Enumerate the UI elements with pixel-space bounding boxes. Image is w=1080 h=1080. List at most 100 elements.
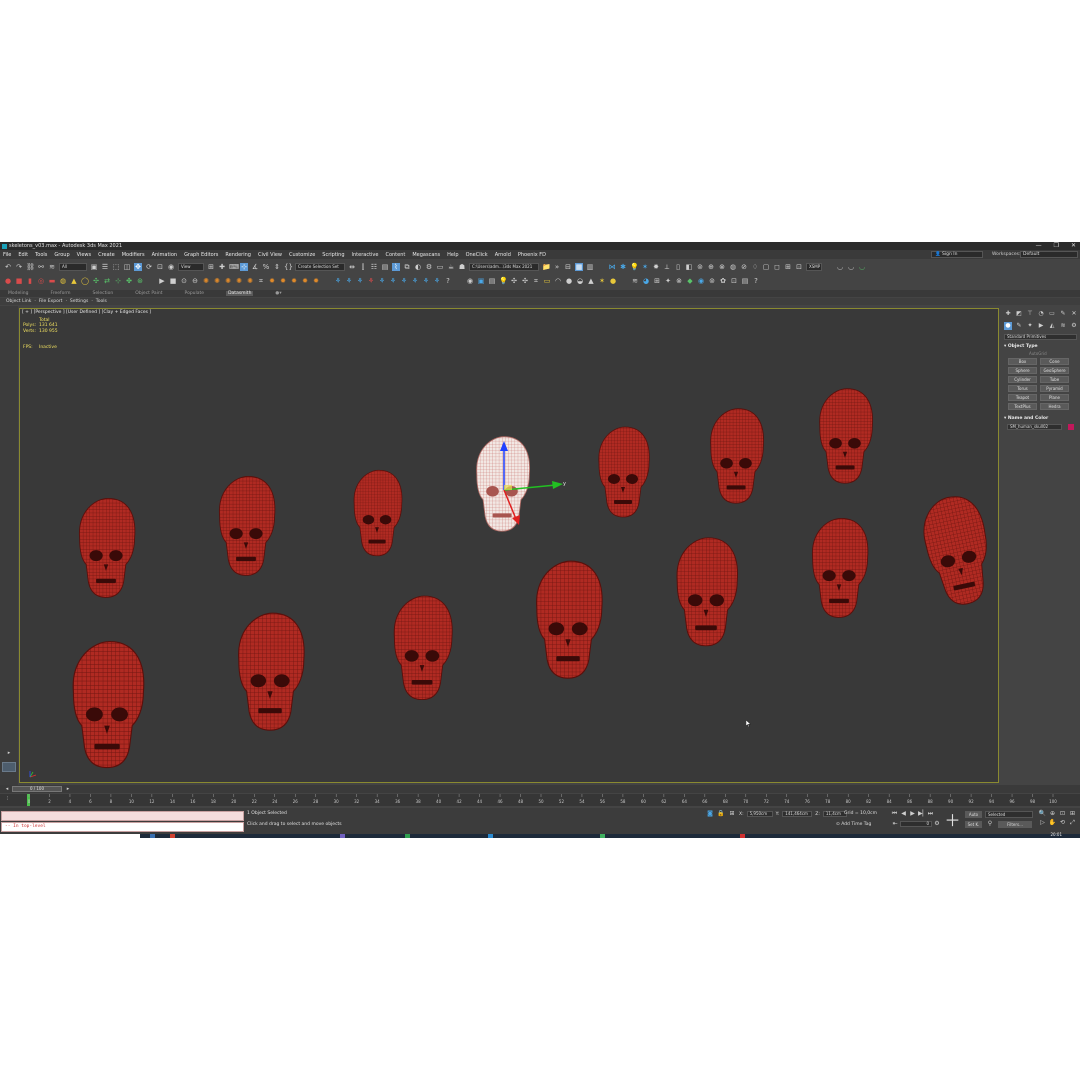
arnold-render-icon[interactable]: ⋈: [608, 263, 616, 271]
helper-a-icon[interactable]: ✣: [92, 277, 100, 285]
pan-icon[interactable]: ✋: [1048, 819, 1057, 827]
menu-rendering[interactable]: Rendering: [225, 252, 251, 258]
tools-button[interactable]: Tools: [96, 299, 107, 304]
field-of-view-icon[interactable]: ▷: [1038, 819, 1047, 827]
maximize-button[interactable]: ❐: [1054, 242, 1059, 250]
arnold-lamp-icon[interactable]: 💡: [630, 263, 639, 271]
spinner-snap-icon[interactable]: ⇕: [273, 263, 281, 271]
plugin-m-icon[interactable]: ✶: [598, 277, 606, 285]
tab-freeform[interactable]: Freeform: [50, 291, 70, 296]
phoenix-tool-c-icon[interactable]: ✹: [279, 277, 287, 285]
set-key-plus-icon[interactable]: ＋: [944, 812, 961, 829]
arc-c-icon[interactable]: ◡: [858, 263, 866, 271]
next-frame-icon[interactable]: ▶▏: [918, 810, 927, 817]
menu-graph-editors[interactable]: Graph Editors: [184, 252, 218, 258]
close-button[interactable]: ✕: [1071, 242, 1076, 250]
placement-icon[interactable]: ◉: [167, 263, 175, 271]
motion-tab-icon[interactable]: ◔: [1037, 310, 1045, 318]
object-type-rollout-title[interactable]: ▾ Object Type: [1004, 344, 1077, 349]
viewport-layout-tab[interactable]: [2, 762, 16, 772]
plugin-r-icon[interactable]: ✦: [664, 277, 672, 285]
phoenix-source-i-icon[interactable]: ⚘: [422, 277, 430, 285]
exposure-icon[interactable]: ⊘: [740, 263, 748, 271]
taskbar-app-icon[interactable]: [170, 834, 175, 838]
tab-modeling[interactable]: Modeling: [8, 291, 28, 296]
link-icon[interactable]: ⛓: [26, 263, 35, 271]
tab-selection[interactable]: Selection: [93, 291, 114, 296]
cylinder-primitive-icon[interactable]: ▮: [26, 277, 34, 285]
time-slider-next-icon[interactable]: ▸: [64, 785, 72, 793]
named-selection-dropdown[interactable]: Create Selection Set: [295, 262, 345, 271]
window-crossing-icon[interactable]: ◫: [123, 263, 131, 271]
fire-a-icon[interactable]: ✺: [202, 277, 210, 285]
undo-icon[interactable]: ↶: [4, 263, 12, 271]
time-slider[interactable]: ◂ 0 / 100 ▸: [0, 785, 1080, 793]
menu-arnold[interactable]: Arnold: [495, 252, 511, 258]
project-folder-icon[interactable]: 📁: [542, 263, 551, 271]
autogrid-checkbox[interactable]: AutoGrid: [1029, 351, 1080, 356]
batch-render-icon[interactable]: ⊗: [718, 263, 726, 271]
render-setup-icon[interactable]: ⚙: [425, 263, 433, 271]
skull-mesh[interactable]: [218, 475, 276, 576]
menu-megascans[interactable]: Megascans: [412, 252, 440, 258]
teapot-primitive-icon[interactable]: ◍: [59, 277, 67, 285]
menu-file[interactable]: File: [3, 252, 11, 258]
select-object-icon[interactable]: ▣: [90, 263, 98, 271]
viewport-label-menu[interactable]: [ + ] [Perspective ] [User Defined ] [Cl…: [22, 310, 151, 315]
plugin-p-icon[interactable]: ◕: [642, 277, 650, 285]
plugin-y-icon[interactable]: ▤: [741, 277, 749, 285]
material-editor-icon[interactable]: ◐: [414, 263, 422, 271]
plugin-e-icon[interactable]: ✣: [510, 277, 518, 285]
workspace-dropdown[interactable]: Default: [1020, 251, 1078, 258]
perspective-viewport[interactable]: y [ + ] [Perspective ] [User Defined ] […: [19, 308, 999, 783]
minimize-button[interactable]: —: [1036, 242, 1042, 250]
fire-c-icon[interactable]: ✺: [224, 277, 232, 285]
phoenix-source-c-icon[interactable]: ⚘: [356, 277, 364, 285]
mirror-icon[interactable]: ⇹: [348, 263, 356, 271]
zoom-all-icon[interactable]: ⊕: [1048, 810, 1057, 818]
phoenix-source-j-icon[interactable]: ⚘: [433, 277, 441, 285]
render-iterative-icon[interactable]: ☗: [458, 263, 466, 271]
menu-animation[interactable]: Animation: [152, 252, 178, 258]
hierarchy-tab-icon[interactable]: ⊤: [1026, 310, 1034, 318]
overflow-chevron-icon[interactable]: »: [553, 263, 561, 271]
plugin-u-icon[interactable]: ◉: [697, 277, 705, 285]
filters-button[interactable]: Filters...: [998, 821, 1032, 828]
select-scale-icon[interactable]: ⊡: [156, 263, 164, 271]
helper-d-icon[interactable]: ✤: [125, 277, 133, 285]
arnold-light-icon[interactable]: ✱: [619, 263, 627, 271]
geometry-icon[interactable]: ●: [1004, 322, 1012, 330]
stop-animation-icon[interactable]: ■: [169, 277, 177, 285]
render-production-icon[interactable]: ☕: [447, 263, 455, 271]
phoenix-source-a-icon[interactable]: ⚘: [334, 277, 342, 285]
curve-editor-icon[interactable]: ⌇: [392, 262, 400, 271]
angle-snap-icon[interactable]: ∡: [251, 263, 259, 271]
maxscript-output[interactable]: -- In top-level: [1, 822, 244, 832]
tab-populate[interactable]: Populate: [185, 291, 205, 296]
sun-positioner-icon[interactable]: ⊚: [696, 263, 704, 271]
schematic-view-icon[interactable]: ⧉: [403, 263, 411, 271]
set-key-button[interactable]: Set K.: [965, 821, 982, 828]
maxscript-listener-input[interactable]: [1, 811, 244, 821]
menu-scripting[interactable]: Scripting: [322, 252, 344, 258]
layer-explorer-icon[interactable]: ☷: [370, 263, 378, 271]
skull-mesh[interactable]: [393, 595, 453, 701]
plugin-x-icon[interactable]: ⊡: [730, 277, 738, 285]
phoenix-help-icon[interactable]: ?: [444, 277, 452, 285]
plugin-n-icon[interactable]: ●: [609, 277, 617, 285]
display-tab-icon[interactable]: ▭: [1048, 310, 1056, 318]
key-mode-icon[interactable]: ⇤: [891, 820, 899, 828]
menu-customize[interactable]: Customize: [289, 252, 315, 258]
current-frame-field[interactable]: 0: [900, 821, 932, 827]
xsmp-label[interactable]: XSMP: [806, 262, 822, 271]
textplus-button[interactable]: TextPlus: [1008, 403, 1037, 410]
render-last-icon[interactable]: ⊞: [784, 263, 792, 271]
skull-mesh[interactable]: [72, 640, 145, 769]
helpers-icon[interactable]: ◭: [1048, 322, 1056, 330]
add-time-tag-button[interactable]: ⊙ Add Time Tag: [836, 822, 871, 827]
key-filter-dropdown[interactable]: Selected: [985, 811, 1033, 818]
container-icon[interactable]: ⊟: [564, 263, 572, 271]
menu-civil-view[interactable]: Civil View: [258, 252, 282, 258]
skull-mesh[interactable]: [237, 612, 305, 731]
space-warps-icon[interactable]: ≋: [1059, 322, 1067, 330]
